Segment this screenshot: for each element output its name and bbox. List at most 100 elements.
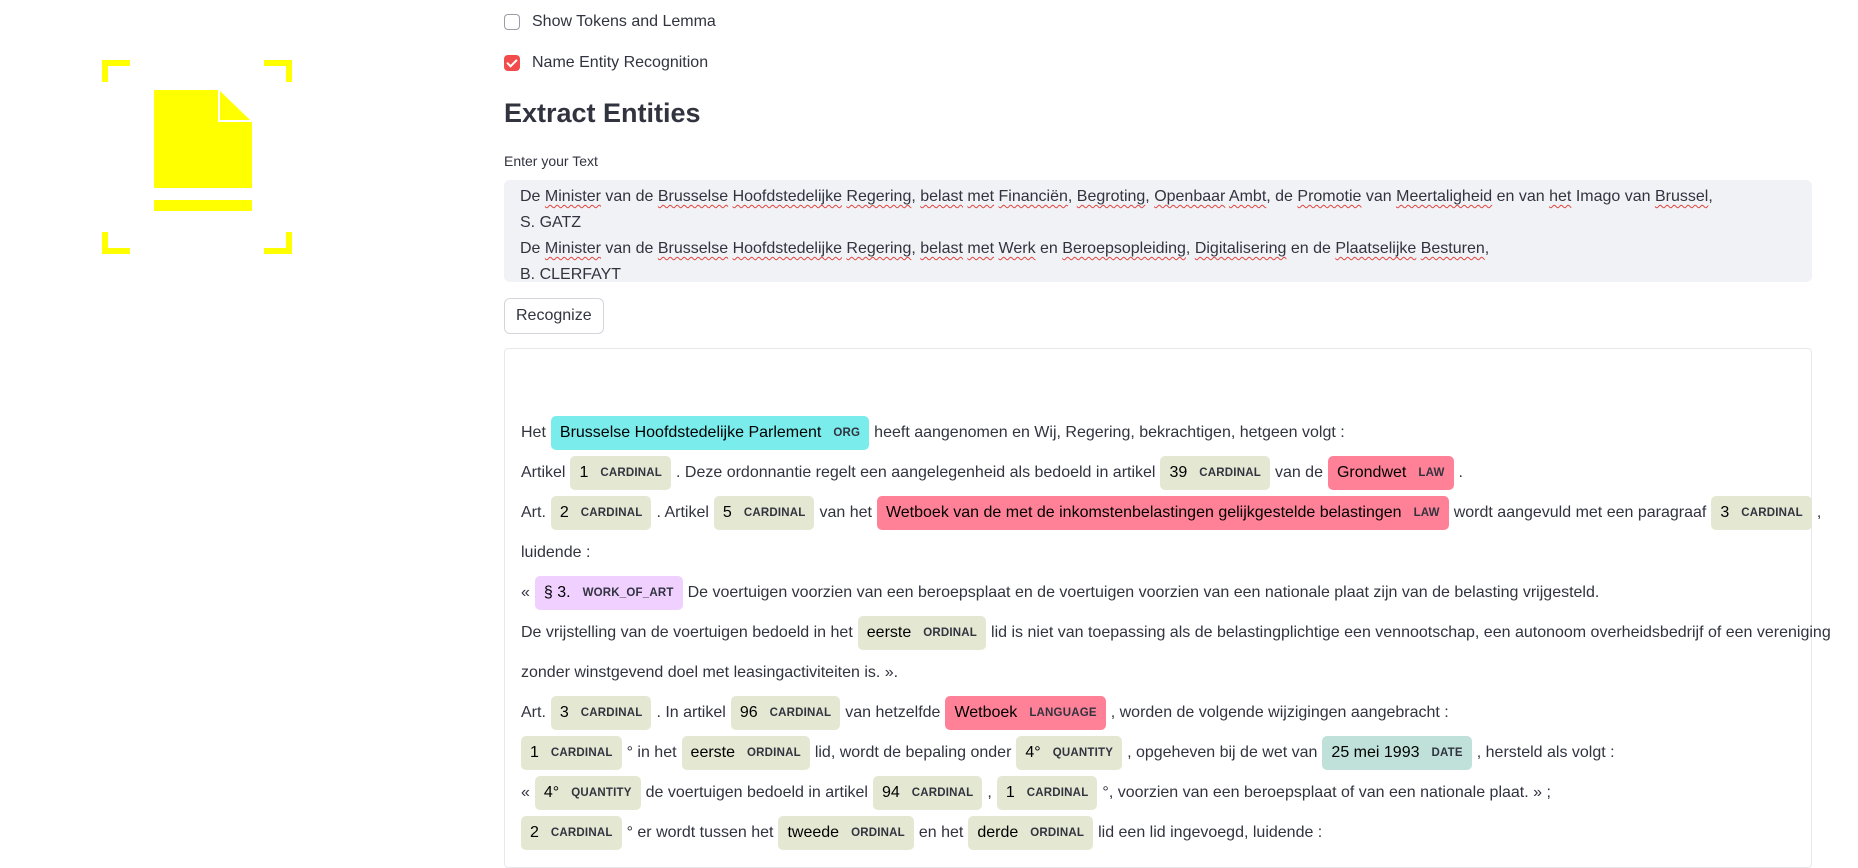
misspelled-word: belast (920, 188, 963, 205)
result-line: Art. 2 CARDINAL . Artikel 5 CARDINAL van het We… (521, 493, 1821, 533)
misspelled-word: Hoofdstedelijke (732, 240, 842, 257)
plain-text: lid, wordt de bepaling onder (814, 744, 1012, 761)
entity-label: CARDINAL (600, 467, 663, 479)
show-tokens-label: Show Tokens and Lemma (532, 13, 716, 30)
ner-checkbox[interactable] (504, 55, 520, 71)
entity-label: ORG (833, 427, 861, 439)
entity-label: CARDINAL (580, 507, 643, 519)
entity-text: 1 (1005, 784, 1015, 801)
entity-highlight: 5 CARDINAL (713, 496, 815, 530)
entity-label: ORDINAL (923, 627, 978, 639)
entity-label: ORDINAL (851, 827, 905, 839)
entity-label: ORDINAL (1030, 827, 1085, 839)
entity-label: CARDINAL (1199, 467, 1261, 479)
result-line: Art. 3 CARDINAL . In artikel 96 CARDINAL van h… (521, 693, 1795, 733)
misspelled-word: Hoofdstedelijke (732, 188, 842, 205)
entity-text: 2 (559, 504, 569, 521)
text-line-4: B. CLERFAYT (520, 266, 622, 282)
entity-highlight: tweede ORDINAL (778, 816, 914, 850)
entity-text: Wetboek van de met de inkomstenbelasting… (885, 504, 1402, 521)
entity-label: CARDINAL (550, 747, 613, 759)
plain-text: , opgeheven bij de wet van (1127, 744, 1318, 761)
entity-text: 39 (1169, 464, 1188, 481)
entity-text: eerste (866, 624, 912, 641)
result-line: luidende : (521, 533, 1795, 573)
entity-text: derde (977, 824, 1019, 841)
entity-highlight: Brusselse Hoofdstedelijke Parlement ORG (550, 416, 870, 450)
entity-label: CARDINAL (911, 787, 974, 799)
entity-label: QUANTITY (1052, 747, 1114, 759)
text-segment: , (1708, 188, 1713, 205)
entity-highlight: eerste ORDINAL (857, 616, 987, 650)
entity-text: 3 (559, 704, 569, 721)
text-segment: , de (1266, 188, 1298, 205)
text-line-3: De Minister van de Brusselse Hoofdstedel… (520, 236, 1796, 262)
plain-text: lid is niet van toepassing als de belast… (991, 624, 1831, 641)
entity-text: 2 (530, 824, 539, 841)
plain-text: , worden de volgende wijzigingen aangebr… (1110, 704, 1449, 721)
text-segment: , (1484, 240, 1490, 257)
result-line: « 4° QUANTITY de voertuigen bedoeld in arti… (521, 773, 1795, 813)
plain-text: lid een lid ingevoegd, luidende : (1098, 824, 1323, 841)
misspelled-word: Ambt (1228, 188, 1267, 205)
entity-label: WORK_OF_ART (582, 587, 674, 599)
entity-text: 94 (881, 784, 900, 801)
entity-text: 4° (1025, 744, 1041, 761)
result-line: zonder winstgevend doel met leasingactiv… (521, 653, 1795, 693)
text-segment: , (1145, 188, 1155, 205)
result-line: Artikel 1 CARDINAL . Deze ordonnantie regel… (521, 453, 1795, 493)
entity-label: ORDINAL (747, 747, 801, 759)
entity-label: LAW (1418, 467, 1445, 479)
misspelled-word: Financiën (998, 188, 1068, 205)
entity-label: CARDINAL (580, 707, 643, 719)
recognize-button[interactable]: Recognize (504, 298, 604, 334)
entity-text: tweede (787, 824, 840, 841)
entity-label: LANGUAGE (1029, 707, 1097, 719)
plain-text: De vrijstelling van de voertuigen bedoel… (521, 624, 853, 641)
misspelled-word: Beroepsopleiding (1062, 240, 1186, 257)
plain-text: , (1816, 504, 1822, 521)
entity-label: CARDINAL (769, 707, 832, 719)
text-segment: De (520, 240, 545, 257)
entity-label: LAW (1413, 507, 1440, 519)
text-segment: en (1035, 240, 1063, 257)
plain-text: ° in het (626, 744, 677, 761)
ner-checkbox-row[interactable]: Name Entity Recognition (504, 54, 708, 72)
entity-highlight: 1 CARDINAL (521, 736, 622, 770)
misspelled-word: Brusselse (657, 188, 729, 205)
plain-text: . (1458, 464, 1463, 481)
entity-label: DATE (1431, 747, 1463, 759)
misspelled-word: Openbaar (1154, 188, 1226, 205)
entity-text: 25 mei 1993 (1331, 744, 1420, 761)
entity-highlight: 2 CARDINAL (550, 496, 652, 530)
text-segment: , (911, 188, 921, 205)
text-input[interactable]: De Minister van de Brusselse Hoofdstedel… (504, 180, 1812, 282)
misspelled-word: het (1549, 188, 1572, 205)
plain-text: Het (521, 424, 546, 441)
entity-text: 4° (543, 784, 560, 801)
entity-text: 3 (1720, 504, 1730, 521)
entity-text: § 3. (543, 584, 571, 601)
plain-text: en het (918, 824, 964, 841)
misspelled-word: Brussel (1654, 188, 1709, 205)
show-tokens-checkbox-row[interactable]: Show Tokens and Lemma (504, 13, 716, 31)
entity-text: Wetboek (954, 704, 1018, 721)
text-line-2: S. GATZ (520, 214, 582, 231)
text-segment: van de (600, 240, 658, 257)
result-line: Het Brusselse Hoofdstedelijke Parlement OR… (521, 413, 1795, 453)
entity-highlight: 25 mei 1993 DATE (1322, 736, 1472, 770)
misspelled-word: met (967, 240, 995, 257)
misspelled-word: Begroting (1076, 188, 1146, 205)
text-segment: Imago van (1571, 188, 1655, 205)
misspelled-word: Brusselse (657, 240, 729, 257)
plain-text: de voertuigen bedoeld in artikel (645, 784, 868, 801)
entity-highlight: 4° QUANTITY (534, 776, 641, 810)
text-segment: en van (1492, 188, 1550, 205)
entity-text: 1 (579, 464, 589, 481)
show-tokens-checkbox[interactable] (504, 14, 520, 30)
entity-highlight: 4° QUANTITY (1016, 736, 1123, 770)
plain-text: . Artikel (656, 504, 709, 521)
plain-text: . In artikel (656, 704, 726, 721)
misspelled-word: Werk (998, 240, 1036, 257)
entity-highlight: § 3. WORK_OF_ART (534, 576, 683, 610)
